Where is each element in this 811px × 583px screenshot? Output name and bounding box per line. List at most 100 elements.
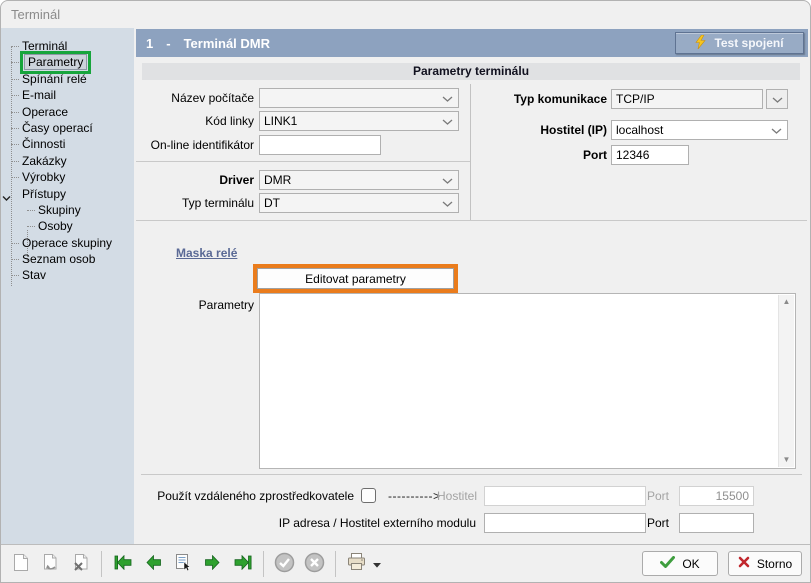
use-remote-broker-label: Použít vzdáleného zprostředkovatele (134, 486, 354, 506)
confirm-circle-icon (274, 552, 295, 576)
sidebar-item-vyrobky[interactable]: Výrobky (1, 169, 134, 185)
browse-records-button[interactable] (169, 550, 196, 577)
relay-mask-link[interactable]: Maska relé (176, 246, 237, 260)
ok-label: OK (682, 557, 699, 571)
test-connection-button[interactable]: Test spojení (675, 32, 804, 54)
terminal-window: Terminál Terminál Parametry Spínání relé… (0, 0, 811, 583)
storno-label: Storno (757, 557, 792, 571)
first-record-button[interactable] (109, 550, 136, 577)
computer-name-label: Název počítače (134, 88, 254, 108)
line-code-input[interactable] (260, 114, 442, 128)
computer-name-combobox[interactable] (259, 88, 459, 108)
x-icon (738, 556, 750, 571)
online-identifier-input[interactable] (259, 135, 381, 155)
separator-line (136, 220, 807, 221)
host-ip-input[interactable] (612, 123, 771, 137)
sidebar-item-osoby[interactable]: Osoby (1, 218, 134, 234)
chevron-down-icon[interactable] (442, 114, 453, 128)
delete-record-button[interactable] (67, 550, 94, 577)
sidebar-item-operace-skupiny[interactable]: Operace skupiny (1, 235, 134, 251)
scroll-up-icon[interactable]: ▲ (783, 298, 791, 306)
sidebar-item-parametry[interactable]: Parametry (1, 54, 134, 70)
previous-record-button[interactable] (139, 550, 166, 577)
cancel-button[interactable] (301, 550, 328, 577)
last-record-icon (233, 555, 253, 573)
chevron-down-icon (772, 92, 783, 106)
record-number: 1 (146, 36, 153, 51)
line-code-combobox[interactable] (259, 111, 459, 131)
sidebar-tree: Terminál Parametry Spínání relé E-mail O… (1, 28, 134, 284)
printer-icon (346, 553, 367, 574)
browse-list-icon (173, 553, 192, 575)
ok-button[interactable]: OK (642, 551, 718, 576)
external-module-host-input[interactable] (484, 513, 646, 533)
arrow-text: ----------> (388, 486, 440, 506)
record-header-band: 1 - Terminál DMR Test spojení (136, 29, 808, 57)
sidebar-item-skupiny[interactable]: Skupiny (1, 202, 134, 218)
next-record-icon (204, 555, 222, 573)
new-page-icon (12, 553, 30, 575)
terminal-type-combobox[interactable] (259, 193, 459, 213)
window-title: Terminál (11, 7, 60, 22)
storno-button[interactable]: Storno (728, 551, 802, 576)
port-input[interactable] (611, 145, 689, 165)
chevron-down-icon[interactable] (771, 123, 782, 137)
sidebar-item-seznam-osob[interactable]: Seznam osob (1, 251, 134, 267)
sidebar-item-pristupy[interactable]: Přístupy (1, 186, 134, 202)
sidebar-item-email[interactable]: E-mail (1, 87, 134, 103)
textarea-scrollbar[interactable]: ▲ ▼ (778, 295, 794, 467)
toolbar-separator (335, 551, 336, 577)
communication-type-combobox[interactable] (611, 89, 763, 109)
print-button[interactable] (343, 550, 383, 577)
driver-label: Driver (134, 170, 254, 190)
edit-record-button[interactable] (37, 550, 64, 577)
edit-page-icon (41, 553, 60, 575)
sidebar-item-zakazky[interactable]: Zakázky (1, 153, 134, 169)
parameters-textarea[interactable]: ▲ ▼ (259, 293, 796, 469)
remote-host-input (484, 486, 646, 506)
edit-parameters-button[interactable]: Editovat parametry (257, 268, 454, 289)
last-record-button[interactable] (229, 550, 256, 577)
communication-type-dropdown-button[interactable] (766, 89, 788, 109)
remote-broker-checkbox[interactable] (361, 488, 376, 503)
chevron-down-icon[interactable] (442, 173, 453, 187)
terminal-type-input[interactable] (260, 196, 442, 210)
terminal-type-label: Typ terminálu (134, 193, 254, 213)
remote-host-label: Hostitel (434, 486, 477, 506)
annotation-green-box: Parametry (20, 51, 91, 73)
parameters-text (264, 296, 775, 466)
sidebar-item-operace[interactable]: Operace (1, 104, 134, 120)
annotation-orange-box: Editovat parametry (253, 264, 458, 293)
chevron-down-icon[interactable] (442, 91, 453, 105)
next-record-button[interactable] (199, 550, 226, 577)
confirm-button[interactable] (271, 550, 298, 577)
external-module-port-input[interactable] (679, 513, 754, 533)
sidebar-item-parametry-label: Parametry (24, 54, 87, 70)
port-label: Port (469, 145, 607, 165)
communication-type-input[interactable] (612, 92, 762, 106)
online-identifier-label: On-line identifikátor (134, 135, 254, 155)
scroll-down-icon[interactable]: ▼ (783, 456, 791, 464)
separator-line (136, 161, 470, 162)
previous-record-icon (144, 555, 162, 573)
section-title-bar: Parametry terminálu (142, 63, 800, 80)
parameters-label: Parametry (134, 295, 254, 315)
computer-name-input[interactable] (260, 91, 442, 105)
first-record-icon (113, 555, 133, 573)
chevron-down-icon[interactable] (442, 196, 453, 210)
print-dropdown-caret-icon[interactable] (373, 556, 381, 571)
host-ip-combobox[interactable] (611, 120, 788, 140)
section-title: Parametry terminálu (413, 64, 529, 78)
sidebar-item-cinnosti[interactable]: Činnosti (1, 136, 134, 152)
record-header-dash: - (166, 36, 170, 51)
remote-port-input (679, 486, 754, 506)
driver-input[interactable] (260, 173, 442, 187)
external-module-label: IP adresa / Hostitel externího modulu (229, 513, 476, 533)
driver-combobox[interactable] (259, 170, 459, 190)
external-module-port-label: Port (644, 513, 669, 533)
sidebar-item-casy-operaci[interactable]: Časy operací (1, 120, 134, 136)
new-record-button[interactable] (7, 550, 34, 577)
sidebar-item-stav[interactable]: Stav (1, 267, 134, 283)
delete-page-icon (71, 553, 90, 575)
lightning-icon (695, 35, 706, 52)
